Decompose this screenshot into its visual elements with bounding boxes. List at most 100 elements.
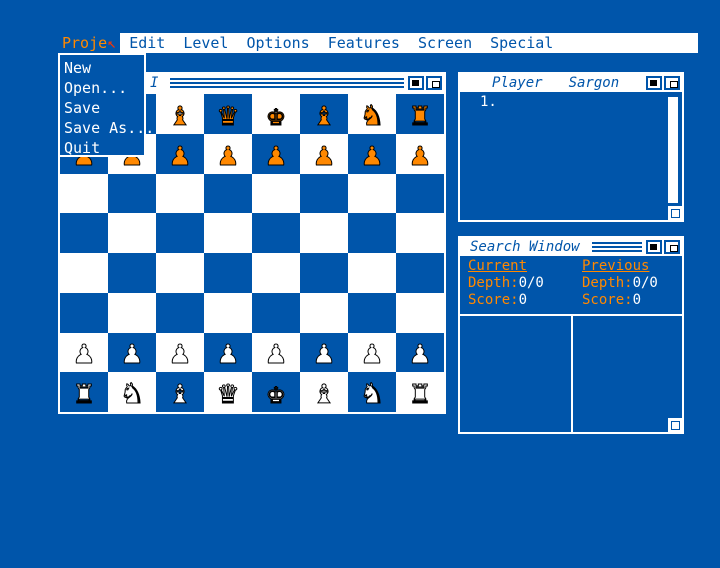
board-square[interactable]	[204, 253, 252, 293]
white-pawn-icon[interactable]: ♟	[410, 336, 430, 369]
board-square[interactable]: ♟	[348, 133, 396, 174]
orange-bishop-icon[interactable]: ♝	[170, 97, 190, 130]
orange-pawn-icon[interactable]: ♟	[314, 137, 334, 170]
board-square[interactable]	[300, 292, 348, 333]
board-square[interactable]: ♞	[348, 372, 396, 412]
title-drag-bar[interactable]	[170, 78, 404, 88]
white-pawn-icon[interactable]: ♟	[266, 336, 286, 369]
board-square[interactable]	[156, 292, 204, 333]
board-square[interactable]: ♟	[252, 332, 300, 373]
resize-icon[interactable]	[668, 206, 682, 220]
board-square[interactable]	[204, 213, 252, 253]
board-square[interactable]	[60, 213, 108, 253]
board-square[interactable]	[252, 213, 300, 253]
board-square[interactable]	[396, 213, 444, 253]
board-square[interactable]	[60, 173, 108, 214]
board-square[interactable]: ♟	[396, 332, 444, 373]
board-square[interactable]	[396, 292, 444, 333]
orange-knight-icon[interactable]: ♞	[362, 97, 382, 130]
depth-front-icon[interactable]	[664, 76, 680, 90]
menu-special[interactable]: Special	[481, 33, 562, 53]
board-square[interactable]	[396, 253, 444, 293]
board-square[interactable]: ♟	[108, 332, 156, 373]
board-square[interactable]	[300, 213, 348, 253]
board-square[interactable]	[348, 173, 396, 214]
board-square[interactable]	[108, 213, 156, 253]
menu-screen[interactable]: Screen	[409, 33, 481, 53]
board-square[interactable]	[252, 292, 300, 333]
depth-front-icon[interactable]	[664, 240, 680, 254]
white-bishop-icon[interactable]: ♝	[314, 376, 334, 409]
board-square[interactable]: ♞	[108, 372, 156, 412]
white-pawn-icon[interactable]: ♟	[218, 336, 238, 369]
board-square[interactable]	[156, 213, 204, 253]
menu-features[interactable]: Features	[319, 33, 409, 53]
board-square[interactable]: ♟	[252, 133, 300, 174]
board-square[interactable]: ♝	[156, 94, 204, 134]
board-square[interactable]: ♝	[300, 372, 348, 412]
board-square[interactable]: ♟	[156, 332, 204, 373]
board-square[interactable]: ♛	[204, 94, 252, 134]
white-rook-icon[interactable]: ♜	[74, 376, 94, 409]
board-square[interactable]	[156, 253, 204, 293]
board-square[interactable]	[300, 173, 348, 214]
white-pawn-icon[interactable]: ♟	[122, 336, 142, 369]
board-square[interactable]	[156, 173, 204, 214]
board-square[interactable]: ♞	[348, 94, 396, 134]
board-square[interactable]: ♜	[60, 372, 108, 412]
board-square[interactable]	[348, 253, 396, 293]
board-square[interactable]: ♟	[60, 332, 108, 373]
board-square[interactable]	[348, 213, 396, 253]
white-knight-icon[interactable]: ♞	[122, 376, 142, 409]
board-square[interactable]	[204, 292, 252, 333]
board-square[interactable]	[252, 173, 300, 214]
depth-back-icon[interactable]	[408, 76, 424, 90]
orange-pawn-icon[interactable]: ♟	[410, 137, 430, 170]
board-square[interactable]	[60, 292, 108, 333]
white-pawn-icon[interactable]: ♟	[362, 336, 382, 369]
menu-project[interactable]: Proje↖	[58, 33, 121, 53]
board-square[interactable]: ♟	[204, 133, 252, 174]
depth-back-icon[interactable]	[646, 240, 662, 254]
white-rook-icon[interactable]: ♜	[410, 376, 430, 409]
white-pawn-icon[interactable]: ♟	[170, 336, 190, 369]
board-square[interactable]: ♟	[204, 332, 252, 373]
board-square[interactable]: ♜	[396, 94, 444, 134]
white-pawn-icon[interactable]: ♟	[314, 336, 334, 369]
moves-window-titlebar[interactable]: Player Sargon	[460, 74, 682, 92]
search-window-titlebar[interactable]: Search Window	[460, 238, 682, 256]
board-square[interactable]: ♛	[204, 372, 252, 412]
white-bishop-icon[interactable]: ♝	[170, 376, 190, 409]
board-square[interactable]	[60, 253, 108, 293]
board-square[interactable]: ♟	[300, 133, 348, 174]
menu-item-quit[interactable]: Quit	[64, 138, 140, 158]
board-square[interactable]: ♚	[252, 94, 300, 134]
board-square[interactable]: ♟	[300, 332, 348, 373]
white-king-icon[interactable]: ♚	[266, 376, 286, 409]
board-square[interactable]: ♝	[300, 94, 348, 134]
orange-pawn-icon[interactable]: ♟	[218, 137, 238, 170]
menu-item-open[interactable]: Open...	[64, 78, 140, 98]
board-square[interactable]: ♟	[396, 133, 444, 174]
board-square[interactable]	[108, 253, 156, 293]
board-square[interactable]	[348, 292, 396, 333]
board-square[interactable]	[252, 253, 300, 293]
board-square[interactable]: ♟	[348, 332, 396, 373]
orange-bishop-icon[interactable]: ♝	[314, 97, 334, 130]
orange-rook-icon[interactable]: ♜	[410, 97, 430, 130]
board-square[interactable]	[204, 173, 252, 214]
white-pawn-icon[interactable]: ♟	[74, 336, 94, 369]
white-knight-icon[interactable]: ♞	[362, 376, 382, 409]
menu-item-save[interactable]: Save	[64, 98, 140, 118]
depth-front-icon[interactable]	[426, 76, 442, 90]
board-square[interactable]: ♟	[156, 133, 204, 174]
orange-king-icon[interactable]: ♚	[266, 97, 286, 130]
board-square[interactable]: ♚	[252, 372, 300, 412]
resize-icon[interactable]	[668, 418, 682, 432]
board-square[interactable]	[396, 173, 444, 214]
board-square[interactable]	[108, 292, 156, 333]
depth-back-icon[interactable]	[646, 76, 662, 90]
orange-pawn-icon[interactable]: ♟	[362, 137, 382, 170]
menu-level[interactable]: Level	[174, 33, 237, 53]
orange-queen-icon[interactable]: ♛	[218, 97, 238, 130]
